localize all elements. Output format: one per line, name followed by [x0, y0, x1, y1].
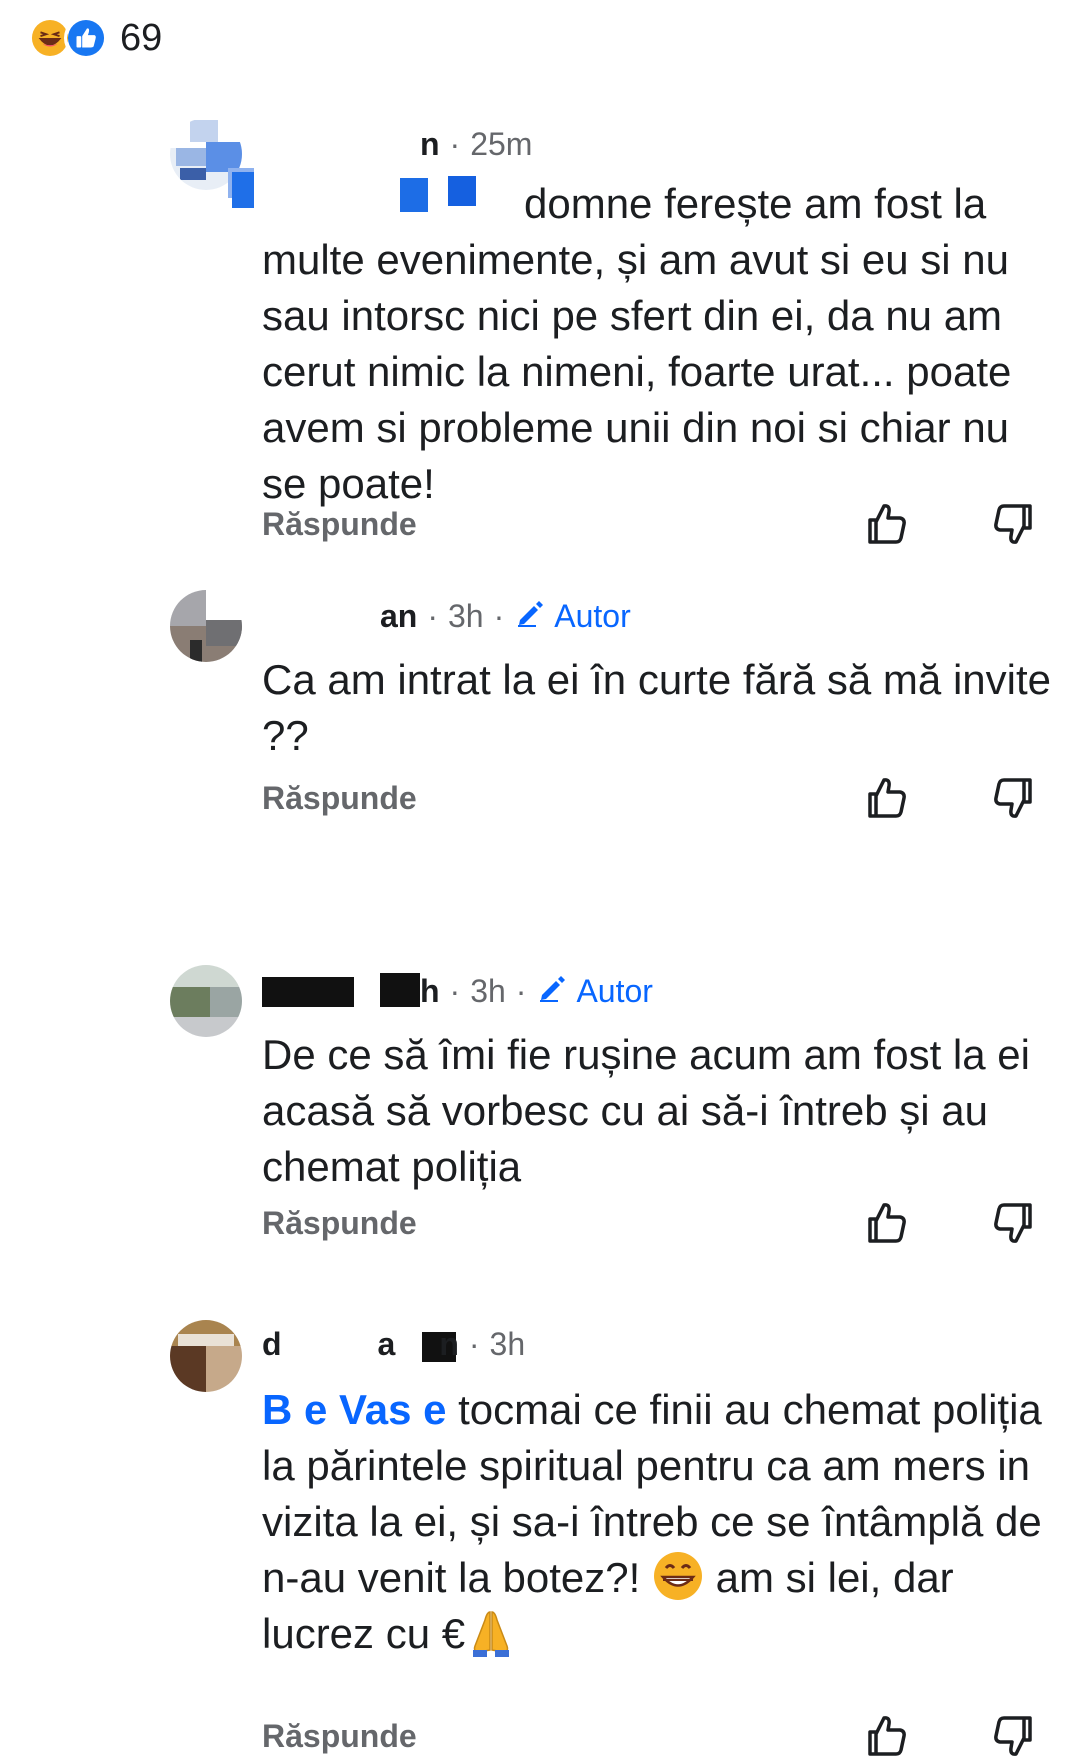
reply-button[interactable]: Răspunde [262, 780, 417, 817]
redaction [380, 973, 420, 1007]
avatar[interactable] [170, 1320, 242, 1392]
separator-dot: · [449, 972, 461, 1009]
thumbs-down-outline-icon [990, 500, 1038, 548]
thumbs-up-outline-icon [862, 774, 910, 822]
thumbs-up-icon [64, 16, 108, 60]
thumbs-down-outline-icon [990, 1199, 1038, 1247]
thumbs-up-outline-icon [862, 1199, 910, 1247]
separator-dot: · [449, 126, 461, 162]
reaction-count: 69 [120, 16, 163, 59]
thumbs-up-outline-icon [862, 1712, 910, 1760]
author-name-part[interactable]: d [262, 1326, 282, 1363]
comment-text-content: domne ferește am fost la multe eveniment… [262, 180, 1012, 507]
dislike-button[interactable] [990, 774, 1038, 822]
author-badge-label: Autor [554, 597, 631, 634]
like-button[interactable] [862, 500, 910, 548]
redaction [232, 172, 254, 208]
separator-dot: · [468, 1326, 480, 1362]
avatar[interactable] [170, 965, 242, 1037]
author-badge: Autor [514, 596, 631, 636]
separator-dot: · [515, 972, 527, 1009]
dislike-button[interactable] [990, 1199, 1038, 1247]
reply-button[interactable]: Răspunde [262, 1205, 417, 1242]
comment-time: 3h [489, 1326, 526, 1362]
like-button[interactable] [862, 1199, 910, 1247]
comment-text: domne ferește am fost la multe eveniment… [262, 176, 1062, 512]
folded-hands-icon [465, 1606, 517, 1658]
like-button[interactable] [862, 1712, 910, 1760]
comment-header: an · 3h · Autor [380, 596, 631, 636]
comment-text: Ca am intrat la ei în curte fără să mă i… [262, 656, 1051, 759]
author-badge: Autor [536, 971, 653, 1011]
redaction [262, 977, 354, 1007]
thumbs-up-outline-icon [862, 500, 910, 548]
reactions-summary[interactable]: 69 [28, 14, 162, 62]
separator-dot: · [493, 597, 505, 634]
dislike-button[interactable] [990, 500, 1038, 548]
comment-header: h · 3h · Autor [420, 971, 653, 1011]
author-name-part[interactable]: n [439, 1326, 459, 1363]
dislike-button[interactable] [990, 1712, 1038, 1760]
author-name[interactable]: h [420, 973, 440, 1010]
thumbs-down-outline-icon [990, 1712, 1038, 1760]
separator-dot: · [427, 597, 438, 634]
comment-header: n · 25m [420, 126, 532, 163]
comment-header: d a n · 3h [262, 1326, 525, 1363]
comment-time: 3h [470, 972, 506, 1009]
comment-text: B e Vas e tocmai ce finii au chemat poli… [262, 1382, 1062, 1662]
author-name[interactable]: an [380, 598, 417, 635]
author-name-part[interactable]: a [378, 1326, 396, 1363]
pencil-icon [514, 596, 554, 636]
mention-link[interactable]: B e Vas e [262, 1386, 446, 1433]
author-name[interactable]: n [420, 126, 440, 163]
comment-text: De ce să îmi fie rușine acum am fost la … [262, 1031, 1030, 1190]
comment-time: 25m [470, 126, 533, 162]
reply-button[interactable]: Răspunde [262, 506, 417, 543]
reply-button[interactable]: Răspunde [262, 1718, 417, 1755]
avatar[interactable] [170, 590, 242, 662]
pencil-icon [536, 971, 576, 1011]
like-button[interactable] [862, 774, 910, 822]
comment-time: 3h [448, 597, 484, 634]
thumbs-down-outline-icon [990, 774, 1038, 822]
author-badge-label: Autor [576, 972, 653, 1009]
grinning-face-icon [652, 1550, 704, 1602]
